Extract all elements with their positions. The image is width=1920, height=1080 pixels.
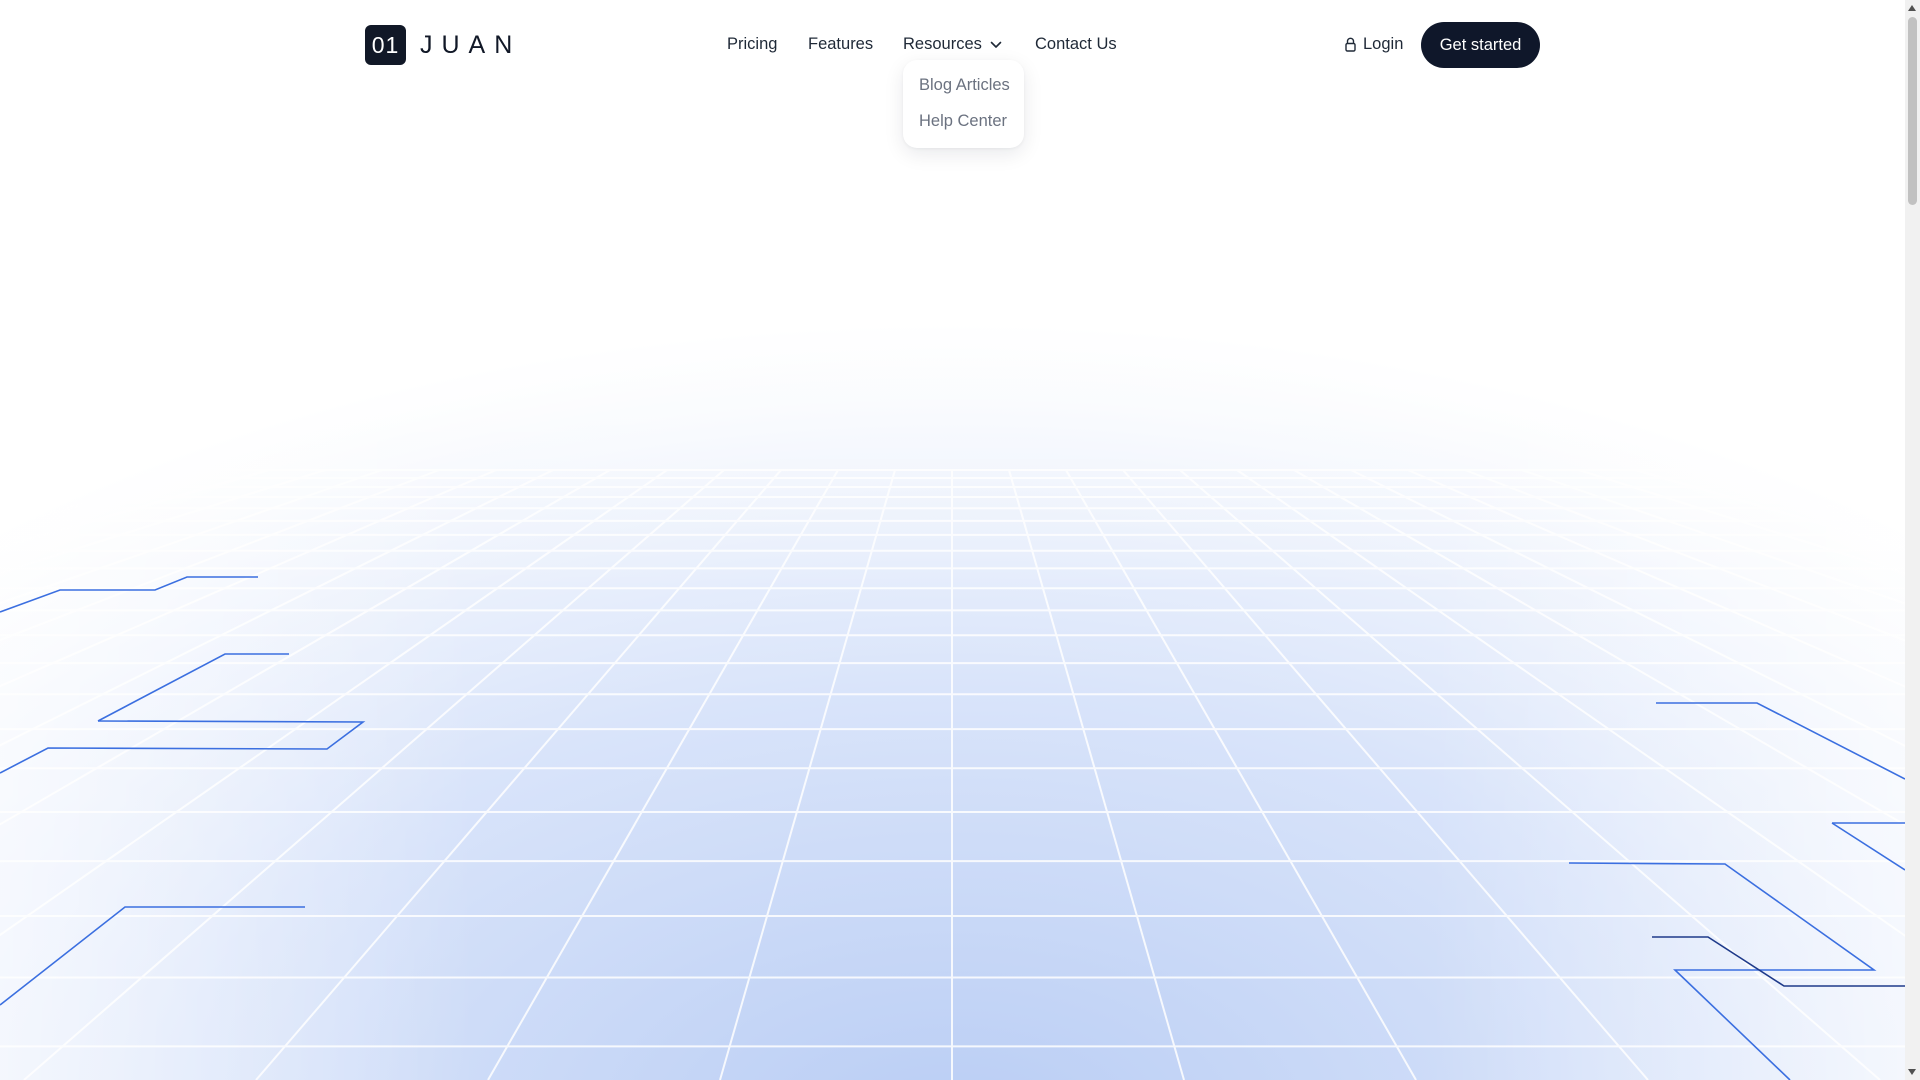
hero-grid-background xyxy=(0,0,1905,1080)
logo-badge: 01 xyxy=(365,25,406,65)
page-scrollbar[interactable] xyxy=(1905,0,1920,1080)
nav-link-resources[interactable]: Resources xyxy=(903,34,1002,54)
caret-down-icon[interactable] xyxy=(1908,1069,1916,1075)
login-link[interactable]: Login xyxy=(1345,35,1403,54)
chevron-down-icon xyxy=(990,41,1002,48)
get-started-button[interactable]: Get started xyxy=(1421,22,1540,68)
brand-logo[interactable]: 01 JUAN xyxy=(365,25,521,65)
nav-link-resources-label: Resources xyxy=(903,35,982,53)
login-label: Login xyxy=(1363,35,1404,53)
lock-icon xyxy=(1345,37,1356,52)
nav-link-contact[interactable]: Contact Us xyxy=(1035,34,1117,54)
nav-link-features[interactable]: Features xyxy=(808,34,873,54)
caret-up-icon[interactable] xyxy=(1908,5,1916,11)
scrollbar-thumb[interactable] xyxy=(1908,17,1917,205)
top-navigation: 01 JUAN Pricing Features Resources Conta… xyxy=(0,0,1905,148)
logo-wordmark: JUAN xyxy=(420,30,522,59)
menu-item-blog-articles[interactable]: Blog Articles xyxy=(919,75,1010,95)
nav-link-pricing[interactable]: Pricing xyxy=(727,34,777,54)
menu-item-help-center[interactable]: Help Center xyxy=(919,111,1007,131)
resources-dropdown-menu: Blog Articles Help Center xyxy=(903,60,1024,148)
